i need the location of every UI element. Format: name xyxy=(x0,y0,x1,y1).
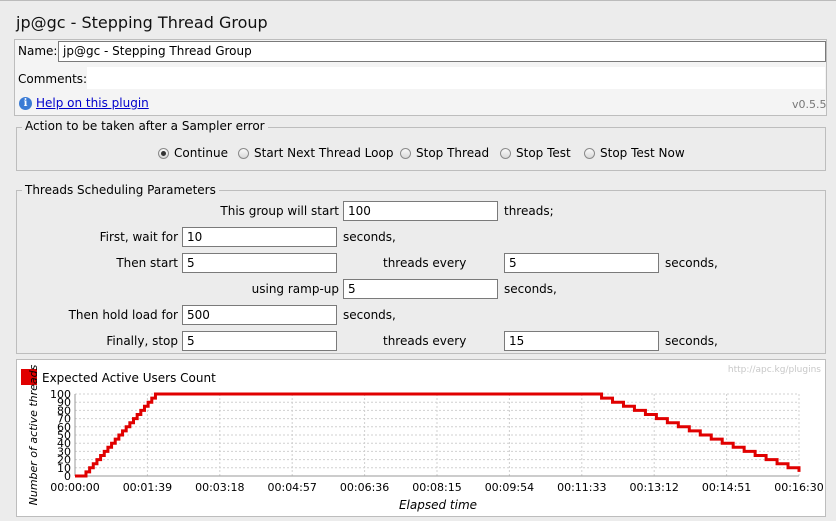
increment-period-unit: seconds, xyxy=(665,256,718,270)
hold-load-unit: seconds, xyxy=(343,308,396,322)
x-tick-label: 00:16:30 xyxy=(774,481,823,494)
hold-load-field[interactable]: 500 xyxy=(182,305,337,325)
radio-unselected-icon xyxy=(584,147,595,159)
radio-label: Stop Test xyxy=(516,146,571,160)
scheduling-legend: Threads Scheduling Parameters xyxy=(22,183,219,197)
radio-label: Stop Thread xyxy=(416,146,490,160)
x-tick-label: 00:08:15 xyxy=(412,481,461,494)
threads-chart: Expected Active Users Count http://apc.k… xyxy=(21,364,824,512)
grid-lines xyxy=(74,393,800,477)
hold-load-label: Then hold load for xyxy=(68,308,178,322)
x-tick-label: 00:00:00 xyxy=(50,481,99,494)
x-tick-label: 00:13:12 xyxy=(629,481,678,494)
ramp-up-unit: seconds, xyxy=(504,282,557,296)
radio-stop-test[interactable]: Stop Test xyxy=(500,146,571,160)
radio-label: Start Next Thread Loop xyxy=(254,146,394,160)
ramp-up-field[interactable]: 5 xyxy=(343,279,498,299)
radio-unselected-icon xyxy=(400,147,411,159)
x-tick-label: 00:06:36 xyxy=(340,481,389,494)
comments-label: Comments: xyxy=(18,72,88,86)
radio-label: Continue xyxy=(174,146,228,160)
info-icon: i xyxy=(19,97,32,110)
name-label: Name: xyxy=(18,44,58,58)
decrement-threads-field[interactable]: 5 xyxy=(182,331,337,351)
increment-every-label: threads every xyxy=(383,256,467,270)
decrement-every-label: threads every xyxy=(383,334,467,348)
initial-delay-unit: seconds, xyxy=(343,230,396,244)
start-threads-label: This group will start xyxy=(220,204,339,218)
x-tick-label: 00:03:18 xyxy=(195,481,244,494)
y-tick-labels: 0102030405060708090100 xyxy=(50,388,71,483)
increment-period-field[interactable]: 5 xyxy=(504,253,659,273)
radio-unselected-icon xyxy=(238,147,249,159)
x-tick-labels: 00:00:00 00:01:39 00:03:18 00:04:57 00:06:36… xyxy=(50,481,823,494)
chart-watermark: http://apc.kg/plugins xyxy=(728,365,821,375)
radio-unselected-icon xyxy=(500,147,511,159)
radio-selected-icon xyxy=(158,147,169,159)
help-link[interactable]: Help on this plugin xyxy=(36,96,149,110)
radio-label: Stop Test Now xyxy=(600,146,685,160)
start-threads-unit: threads; xyxy=(504,204,554,218)
ramp-up-label: using ramp-up xyxy=(251,282,339,296)
name-field[interactable]: jp@gc - Stepping Thread Group xyxy=(58,41,826,62)
x-tick-label: 00:14:51 xyxy=(702,481,751,494)
x-axis-title: Elapsed time xyxy=(399,498,477,512)
version-label: v0.5.5 xyxy=(792,98,827,111)
radio-start-next-thread-loop[interactable]: Start Next Thread Loop xyxy=(238,146,393,160)
radio-stop-test-now[interactable]: Stop Test Now xyxy=(584,146,685,160)
initial-delay-label: First, wait for xyxy=(99,230,178,244)
increment-threads-field[interactable]: 5 xyxy=(182,253,337,273)
page-title: jp@gc - Stepping Thread Group xyxy=(16,13,268,32)
start-threads-field[interactable]: 100 xyxy=(343,201,498,221)
legend-label: Expected Active Users Count xyxy=(42,371,216,385)
decrement-period-unit: seconds, xyxy=(665,334,718,348)
y-tick-label: 100 xyxy=(50,388,71,401)
increment-label: Then start xyxy=(116,256,178,270)
sampler-error-legend: Action to be taken after a Sampler error xyxy=(22,119,268,133)
window-top-border xyxy=(0,0,836,1)
x-tick-label: 00:01:39 xyxy=(123,481,172,494)
x-tick-label: 00:04:57 xyxy=(267,481,316,494)
y-axis-title: Number of active threads xyxy=(27,364,40,505)
chart-panel: Expected Active Users Count http://apc.k… xyxy=(16,359,826,517)
radio-stop-thread[interactable]: Stop Thread xyxy=(400,146,489,160)
radio-continue[interactable]: Continue xyxy=(158,146,228,160)
initial-delay-field[interactable]: 10 xyxy=(182,227,337,247)
decrement-label: Finally, stop xyxy=(106,334,178,348)
decrement-period-field[interactable]: 15 xyxy=(504,331,659,351)
comments-field[interactable] xyxy=(86,66,826,90)
x-tick-label: 00:11:33 xyxy=(557,481,606,494)
x-tick-label: 00:09:54 xyxy=(485,481,534,494)
